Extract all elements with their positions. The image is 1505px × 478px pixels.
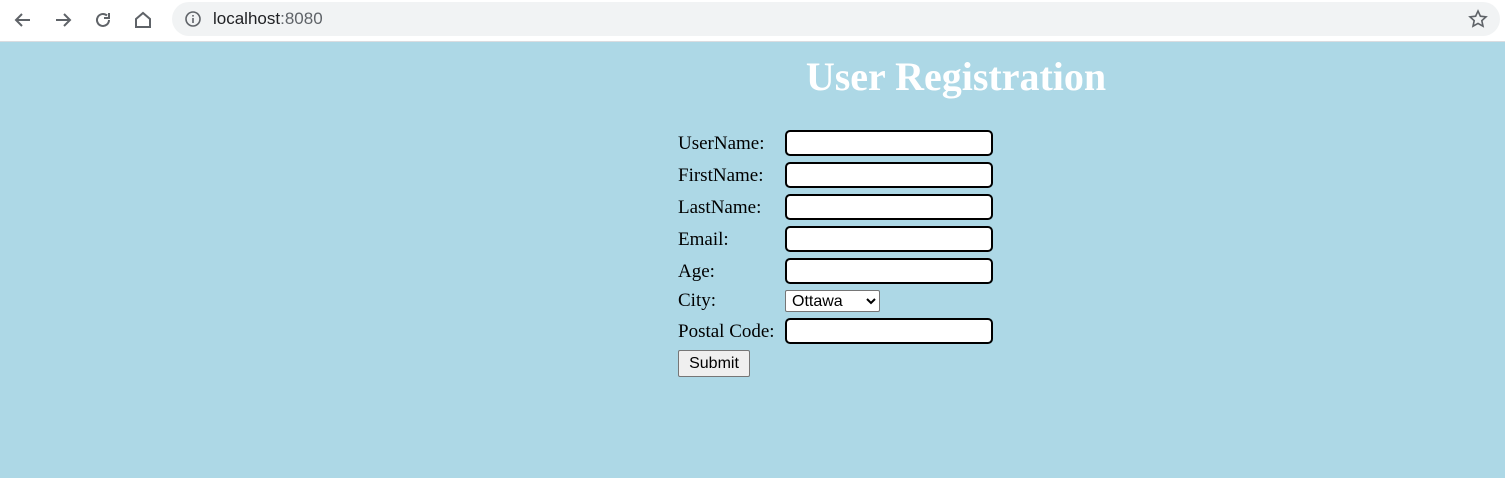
info-icon[interactable] bbox=[184, 10, 202, 28]
age-input[interactable] bbox=[785, 258, 993, 284]
postal-input[interactable] bbox=[785, 318, 993, 344]
city-select[interactable]: Ottawa bbox=[785, 290, 880, 312]
page-body: User Registration UserName: FirstName: L… bbox=[0, 42, 1505, 478]
lastname-input[interactable] bbox=[785, 194, 993, 220]
url-host: localhost bbox=[213, 9, 281, 28]
forward-button[interactable] bbox=[50, 7, 76, 33]
email-label: Email: bbox=[678, 229, 729, 250]
url-port: :8080 bbox=[280, 9, 323, 28]
username-input[interactable] bbox=[785, 130, 993, 156]
username-label: UserName: bbox=[678, 133, 765, 154]
lastname-label: LastName: bbox=[678, 197, 762, 218]
home-button[interactable] bbox=[130, 7, 156, 33]
postal-label: Postal Code: bbox=[678, 321, 775, 342]
firstname-input[interactable] bbox=[785, 162, 993, 188]
firstname-label: FirstName: bbox=[678, 165, 764, 186]
home-icon bbox=[135, 11, 151, 28]
reload-icon bbox=[96, 12, 110, 27]
submit-button[interactable]: Submit bbox=[678, 350, 750, 377]
reload-button[interactable] bbox=[90, 7, 116, 33]
age-label: Age: bbox=[678, 261, 715, 282]
arrow-left-icon bbox=[14, 13, 30, 27]
bookmark-star-icon[interactable] bbox=[1468, 9, 1488, 29]
address-bar[interactable]: localhost:8080 bbox=[172, 2, 1500, 36]
back-button[interactable] bbox=[10, 7, 36, 33]
city-label: City: bbox=[678, 290, 717, 311]
arrow-right-icon bbox=[56, 13, 72, 27]
page-title: User Registration bbox=[805, 54, 1107, 99]
email-input[interactable] bbox=[785, 226, 993, 252]
url-text: localhost:8080 bbox=[213, 9, 323, 29]
browser-toolbar: localhost:8080 bbox=[0, 0, 1505, 42]
